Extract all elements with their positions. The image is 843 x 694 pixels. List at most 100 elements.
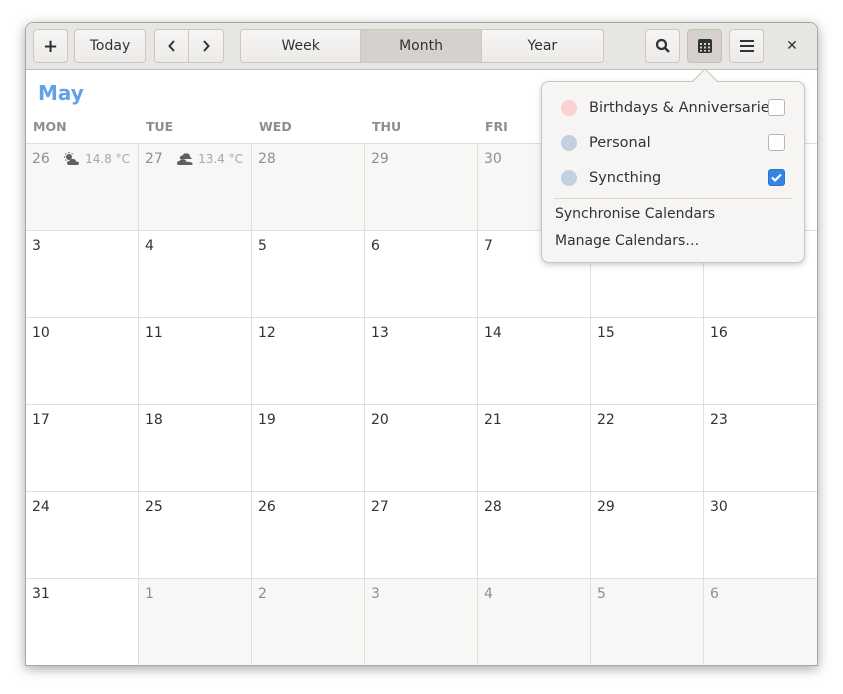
today-button[interactable]: Today	[74, 29, 146, 63]
day-cell[interactable]: 29	[365, 144, 478, 231]
weekday-label: MON	[33, 119, 67, 134]
day-cell[interactable]: 12	[252, 318, 365, 405]
previous-button[interactable]	[155, 30, 190, 62]
day-number: 3	[32, 238, 41, 254]
calendar-name: Syncthing	[589, 169, 662, 186]
day-cell[interactable]: 23	[704, 405, 817, 492]
day-cell[interactable]: 1	[139, 579, 252, 665]
day-cell[interactable]: 24	[26, 492, 139, 579]
day-number: 7	[484, 238, 493, 254]
view-switcher: Week Month Year	[240, 29, 604, 63]
calendar-color-dot	[561, 134, 577, 151]
day-cell[interactable]: 4	[478, 579, 591, 665]
day-cell[interactable]: 26	[252, 492, 365, 579]
day-number: 3	[371, 586, 380, 602]
day-cell[interactable]: 31	[26, 579, 139, 665]
day-number: 4	[484, 586, 493, 602]
calendar-item-personal[interactable]: Personal	[542, 125, 804, 160]
day-number: 2	[258, 586, 267, 602]
popover-separator	[554, 198, 792, 199]
day-number: 5	[597, 586, 606, 602]
day-number: 26	[32, 151, 50, 167]
calendar-grid-icon	[697, 39, 712, 53]
day-cell[interactable]: 19	[252, 405, 365, 492]
day-number: 6	[371, 238, 380, 254]
weekday-label: THU	[372, 119, 402, 134]
day-number: 24	[32, 499, 50, 515]
cloudy-icon	[176, 152, 194, 166]
day-cell[interactable]: 6	[704, 579, 817, 665]
day-cell[interactable]: 20	[365, 405, 478, 492]
day-cell[interactable]: 28	[478, 492, 591, 579]
day-cell[interactable]: 18	[139, 405, 252, 492]
tab-month[interactable]: Month	[361, 30, 482, 62]
day-number: 27	[145, 151, 163, 167]
day-number: 26	[258, 499, 276, 515]
main-menu-button[interactable]	[729, 29, 764, 63]
day-number: 22	[597, 412, 615, 428]
navigation-buttons	[154, 29, 224, 63]
day-cell[interactable]: 3	[365, 579, 478, 665]
weather-forecast: 14.8 °C	[63, 152, 130, 166]
day-cell[interactable]: 27 13.4 °C	[139, 144, 252, 231]
day-cell[interactable]: 17	[26, 405, 139, 492]
day-cell[interactable]: 21	[478, 405, 591, 492]
day-number: 15	[597, 325, 615, 341]
calendars-button[interactable]	[687, 29, 722, 63]
day-cell[interactable]: 16	[704, 318, 817, 405]
header-bar: + Today Week Month Year ✕	[26, 23, 817, 70]
day-cell[interactable]: 13	[365, 318, 478, 405]
day-cell[interactable]: 4	[139, 231, 252, 318]
day-cell[interactable]: 28	[252, 144, 365, 231]
day-number: 23	[710, 412, 728, 428]
weather-temperature: 14.8 °C	[85, 152, 130, 166]
day-number: 21	[484, 412, 502, 428]
day-cell[interactable]: 5	[591, 579, 704, 665]
search-button[interactable]	[645, 29, 680, 63]
weekday-label: WED	[259, 119, 292, 134]
chevron-right-icon	[203, 40, 210, 52]
day-cell[interactable]: 22	[591, 405, 704, 492]
day-cell[interactable]: 3	[26, 231, 139, 318]
day-cell[interactable]: 5	[252, 231, 365, 318]
checkmark-icon	[771, 173, 782, 182]
day-number: 30	[484, 151, 502, 167]
day-cell[interactable]: 15	[591, 318, 704, 405]
day-cell[interactable]: 27	[365, 492, 478, 579]
weather-temperature: 13.4 °C	[198, 152, 243, 166]
day-cell[interactable]: 14	[478, 318, 591, 405]
calendar-checkbox[interactable]	[768, 99, 785, 116]
day-cell[interactable]: 30	[704, 492, 817, 579]
manage-calendars-button[interactable]: Manage Calendars…	[555, 233, 699, 249]
add-event-button[interactable]: +	[33, 29, 68, 63]
day-cell[interactable]: 2	[252, 579, 365, 665]
day-number: 1	[145, 586, 154, 602]
calendar-item-birthdays[interactable]: Birthdays & Anniversaries	[542, 90, 804, 125]
day-cell[interactable]: 6	[365, 231, 478, 318]
day-number: 13	[371, 325, 389, 341]
calendar-color-dot	[561, 99, 577, 116]
day-number: 17	[32, 412, 50, 428]
calendar-checkbox[interactable]	[768, 169, 785, 186]
next-button[interactable]	[189, 30, 223, 62]
day-number: 11	[145, 325, 163, 341]
partly-cloudy-icon	[63, 152, 81, 166]
day-number: 4	[145, 238, 154, 254]
day-number: 29	[371, 151, 389, 167]
day-cell[interactable]: 11	[139, 318, 252, 405]
calendar-checkbox[interactable]	[768, 134, 785, 151]
day-cell[interactable]: 25	[139, 492, 252, 579]
close-button[interactable]: ✕	[775, 29, 809, 63]
tab-year[interactable]: Year	[481, 30, 603, 62]
day-number: 20	[371, 412, 389, 428]
calendar-item-syncthing[interactable]: Syncthing	[542, 160, 804, 195]
tab-week[interactable]: Week	[241, 30, 362, 62]
day-cell[interactable]: 10	[26, 318, 139, 405]
calendar-color-dot	[561, 169, 577, 186]
day-cell[interactable]: 26 14.8 °C	[26, 144, 139, 231]
day-cell[interactable]: 29	[591, 492, 704, 579]
chevron-left-icon	[167, 40, 175, 52]
day-number: 27	[371, 499, 389, 515]
day-number: 30	[710, 499, 728, 515]
synchronise-calendars-button[interactable]: Synchronise Calendars	[555, 206, 715, 222]
